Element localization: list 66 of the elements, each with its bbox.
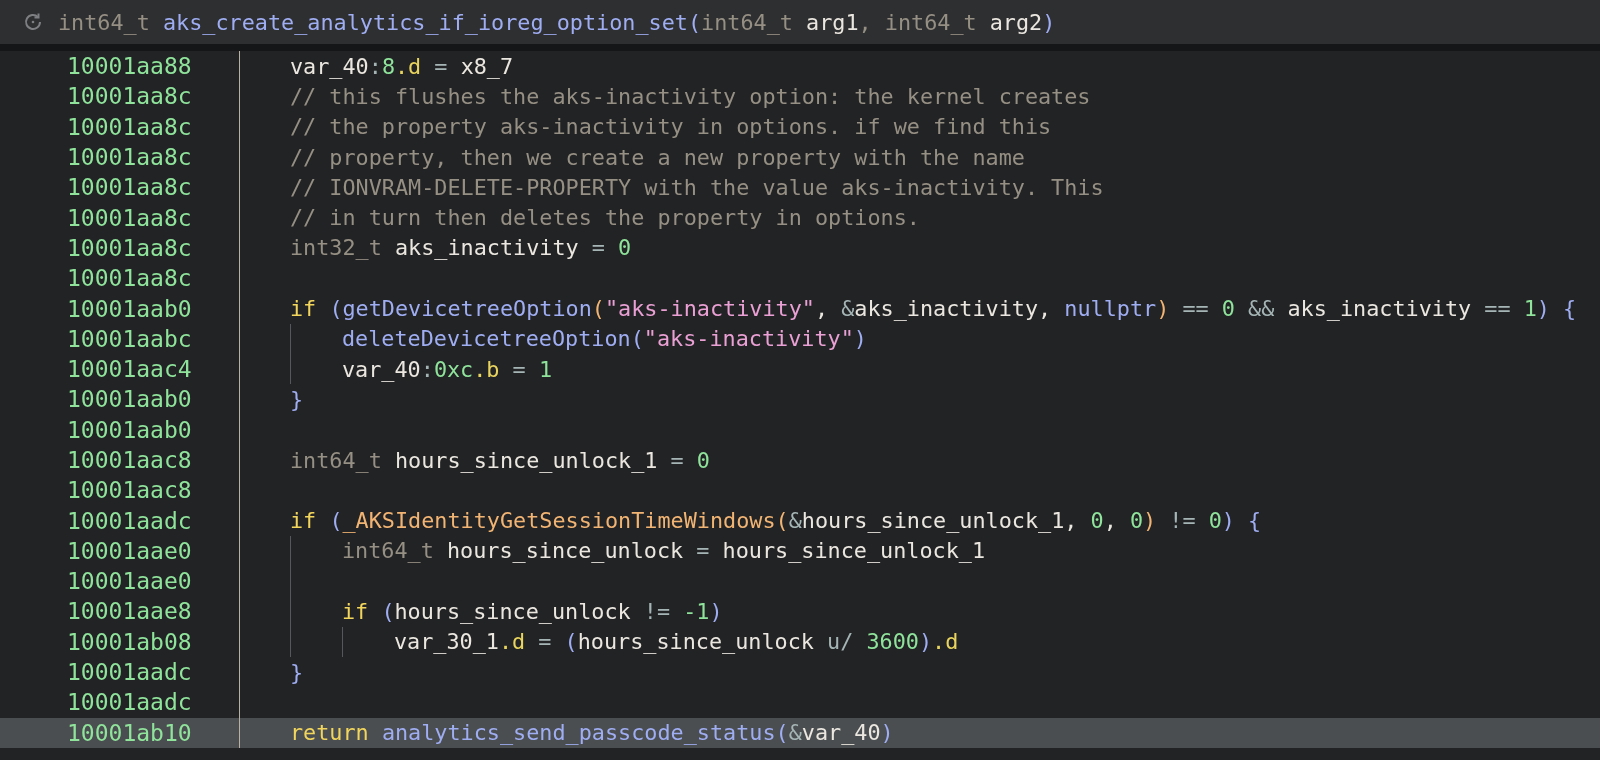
code-line: var_30_1.d = (hours_since_unlock u/ 3600).d — [394, 628, 959, 657]
code-line: int32_t aks_inactivity = 0 — [290, 234, 632, 263]
code-row[interactable]: 10001aac8 int64_t hours_since_unlock_1 = 0 — [0, 444, 1600, 476]
code-line: return analytics_send_passcode_status(&var_40) — [290, 719, 894, 748]
line-address: 10001aae8 — [0, 596, 240, 627]
circular-arrow-icon[interactable] — [22, 11, 44, 33]
code-row[interactable]: 10001aa8c // in turn then deletes the property in options. — [0, 202, 1600, 233]
line-address: 10001aadc — [0, 687, 240, 718]
line-address: 10001aa8c — [0, 172, 240, 203]
code-row[interactable]: 10001aab0 — [0, 414, 1600, 445]
line-address: 10001aab0 — [0, 293, 240, 324]
code-row[interactable]: 10001aac8 — [0, 475, 1600, 506]
code-line: var_40:0xc.b = 1 — [342, 355, 552, 384]
code-line: if (hours_since_unlock != -1) — [342, 598, 723, 626]
line-address: 10001aa8c — [0, 81, 240, 112]
line-address: 10001aa8c — [0, 202, 240, 233]
code-line: if (getDevicetreeOption("aks-inactivity", &aks_inactivity, nullptr) == 0 && aks_inactivity == 1) { — [290, 295, 1577, 323]
code-line: // this flushes the aks-inactivity option: the kernel creates — [290, 82, 1091, 111]
code-row[interactable]: 10001aae8 if (hours_since_unlock != -1) — [0, 596, 1600, 627]
code-row[interactable]: 10001aadc } — [0, 656, 1600, 688]
line-address: 10001aa8c — [0, 232, 240, 264]
code-row[interactable]: 10001aab0 } — [0, 384, 1600, 415]
code-row[interactable]: 10001aa8c // the property aks-inactivity in options. if we find this — [0, 111, 1600, 142]
code-row[interactable]: 10001aae0 int64_t hours_since_unlock = hours_since_unlock_1 — [0, 535, 1600, 567]
line-address: 10001ab10 — [0, 717, 240, 748]
code-line: // IONVRAM-DELETE-PROPERTY with the value aks-inactivity. This — [290, 173, 1104, 202]
line-address: 10001aadc — [0, 505, 240, 536]
code-row[interactable]: 10001aabc deleteDevicetreeOption("aks-inactivity") — [0, 323, 1600, 354]
line-address: 10001aa8c — [0, 263, 240, 294]
code-row[interactable]: 10001aae0 — [0, 566, 1600, 597]
code-line: var_40:8.d = x8_7 — [290, 52, 514, 81]
code-row[interactable]: 10001aa8c // this flushes the aks-inactivity option: the kernel creates — [0, 81, 1600, 112]
code-row[interactable]: 10001aa8c // property, then we create a new property with the name — [0, 141, 1600, 173]
line-address: 10001aa88 — [0, 51, 240, 82]
code-row[interactable]: 10001aac4 var_40:0xc.b = 1 — [0, 353, 1600, 385]
line-address: 10001aadc — [0, 656, 240, 688]
code-line: int64_t hours_since_unlock_1 = 0 — [290, 446, 710, 475]
code-row[interactable]: 10001aadc if (_AKSIdentityGetSessionTimeWindows(&hours_since_unlock_1, 0, 0) != 0) { — [0, 505, 1600, 536]
code-line: // property, then we create a new property with the name — [290, 143, 1025, 172]
line-address: 10001aa8c — [0, 141, 240, 173]
code-row[interactable]: 10001aa8c // IONVRAM-DELETE-PROPERTY with the value aks-inactivity. This — [0, 172, 1600, 203]
line-address: 10001aabc — [0, 323, 240, 354]
line-address: 10001aae0 — [0, 566, 240, 597]
line-address: 10001aab0 — [0, 384, 240, 415]
code-line: int64_t hours_since_unlock = hours_since_unlock_1 — [342, 537, 986, 566]
code-row[interactable]: 10001aab0 if (getDevicetreeOption("aks-inactivity", &aks_inactivity, nullptr) == 0 && aks_inactivity == 1) { — [0, 293, 1600, 324]
line-address: 10001aac8 — [0, 444, 240, 476]
code-row[interactable]: 10001aa8c — [0, 263, 1600, 294]
code-row[interactable]: 10001aadc — [0, 687, 1600, 718]
code-row[interactable]: 10001aa8c int32_t aks_inactivity = 0 — [0, 232, 1600, 264]
code-line: deleteDevicetreeOption("aks-inactivity") — [342, 325, 867, 354]
line-address: 10001aab0 — [0, 414, 240, 445]
code-row[interactable]: 10001aa88 var_40:8.d = x8_7 — [0, 51, 1600, 82]
code-line: // the property aks-inactivity in options. if we find this — [290, 113, 1052, 142]
code-line: if (_AKSIdentityGetSessionTimeWindows(&hours_since_unlock_1, 0, 0) != 0) { — [290, 507, 1262, 536]
line-address: 10001aa8c — [0, 111, 240, 142]
function-signature: int64_t aks_create_analytics_if_ioreg_option_set(int64_t arg1, int64_t arg2) — [58, 9, 1056, 35]
line-address: 10001ab08 — [0, 626, 240, 657]
code-line: } — [290, 385, 304, 414]
code-row[interactable]: 10001ab08 var_30_1.d = (hours_since_unlock u/ 3600).d — [0, 626, 1600, 657]
code-line: // in turn then deletes the property in options. — [290, 204, 920, 233]
line-address: 10001aac8 — [0, 475, 240, 506]
code-row[interactable]: 10001ab10 return analytics_send_passcode_status(&var_40) — [0, 717, 1600, 748]
line-address: 10001aac4 — [0, 353, 240, 385]
code-line: } — [290, 658, 304, 687]
line-address: 10001aae0 — [0, 535, 240, 567]
